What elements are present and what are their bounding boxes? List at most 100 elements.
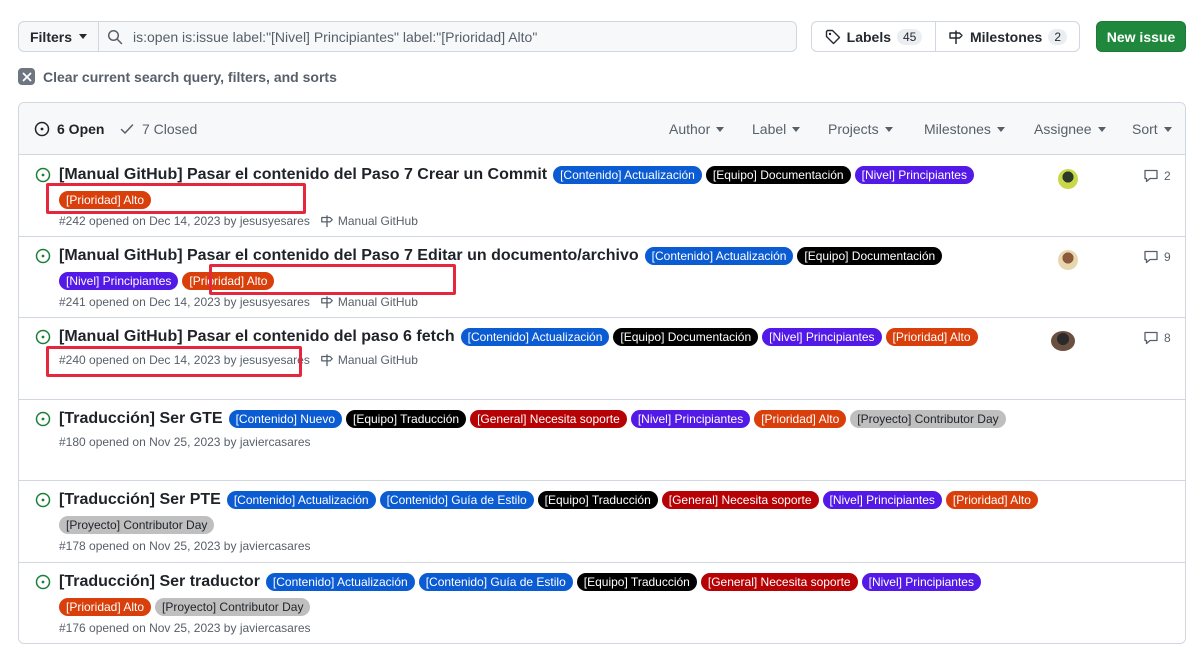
label-general[interactable]: [General] Necesita soporte [661,491,819,509]
label-equipo[interactable]: [Equipo] Traducción [537,491,658,509]
sort-filter[interactable]: Sort [1132,121,1172,137]
issue-row[interactable]: [Traducción] Ser PTE [Contenido] Actualiz… [19,481,1185,563]
assignee-filter-label: Assignee [1034,121,1092,137]
label-contenido[interactable]: [Contenido] Guía de Estilo [418,573,573,591]
label-equipo[interactable]: [Equipo] Documentación [613,328,759,346]
comments-link[interactable]: 9 [1143,249,1171,265]
milestones-button[interactable]: Milestones 2 [936,22,1079,51]
label-filter[interactable]: Label [752,121,801,137]
label-proyecto[interactable]: [Proyecto] Contributor Day [59,516,215,534]
caret-down-icon [884,126,893,132]
label-nivel[interactable]: [Nivel] Principiantes [762,328,882,346]
issues-list-header: 6 Open 7 Closed Author Label Projects Mi… [19,103,1185,155]
milestones-filter[interactable]: Milestones [924,121,1005,137]
highlight-box [209,264,456,295]
label-contenido[interactable]: [Contenido] Actualización [226,491,376,509]
search-box[interactable] [99,22,796,51]
issue-opened-icon [35,329,51,345]
label-contenido[interactable]: [Contenido] Actualización [265,573,415,591]
search-input[interactable] [133,28,773,45]
highlight-box [46,346,302,377]
label-nivel[interactable]: [Nivel] Principiantes [59,272,179,290]
milestones-count: 2 [1048,28,1068,45]
sort-filter-label: Sort [1132,121,1158,137]
issue-milestone-link[interactable]: Manual GitHub [320,295,418,309]
check-icon [120,124,134,134]
comments-link[interactable]: 2 [1143,168,1171,184]
label-contenido[interactable]: [Contenido] Guía de Estilo [379,491,534,509]
issue-meta: #178 opened on Nov 25, 2023 by javiercas… [59,539,1065,553]
label-general[interactable]: [General] Necesita soporte [700,573,858,591]
clear-search-label: Clear current search query, filters, and… [43,68,337,85]
label-contenido[interactable]: [Contenido] Actualización [644,247,794,265]
assignee-avatar[interactable] [1051,331,1075,351]
assignee-avatar[interactable] [1058,250,1078,270]
label-equipo[interactable]: [Equipo] Traducción [576,573,697,591]
label-nivel[interactable]: [Nivel] Principiantes [630,410,751,428]
close-icon [18,68,35,85]
issue-row[interactable]: [Manual GitHub] Pasar el contenido del P… [19,237,1185,318]
issue-title-link[interactable]: [Manual GitHub] Pasar el contenido del p… [59,326,455,348]
label-prioridad[interactable]: [Prioridad] Alto [59,598,152,616]
comments-count: 8 [1164,331,1171,345]
labels-button[interactable]: Labels 45 [812,22,936,51]
author-filter-label: Author [669,121,711,137]
filter-search-group: Filters [18,21,797,52]
label-contenido[interactable]: [Contenido] Nuevo [228,410,342,428]
author-filter[interactable]: Author [669,121,725,137]
label-general[interactable]: [General] Necesita soporte [470,410,627,428]
new-issue-button[interactable]: New issue [1096,21,1186,52]
issue-opened-icon [35,492,51,508]
issue-row[interactable]: [Traducción] Ser traductor [Contenido] Ac… [19,563,1185,643]
issue-title-link[interactable]: [Traducción] Ser traductor [59,571,260,593]
clear-search-link[interactable]: Clear current search query, filters, and… [18,68,337,85]
label-contenido[interactable]: [Contenido] Actualización [553,166,702,184]
caret-down-icon [1163,126,1172,132]
comment-icon [1144,169,1158,183]
assignee-filter[interactable]: Assignee [1034,121,1106,137]
issue-opened-icon [35,411,51,427]
issue-title-link[interactable]: [Traducción] Ser GTE [59,408,223,430]
labels-button-label: Labels [846,28,891,45]
issue-content: [Traducción] Ser traductor [Contenido] Ac… [59,571,1065,635]
label-nivel[interactable]: [Nivel] Principiantes [854,166,974,184]
label-prioridad[interactable]: [Prioridad] Alto [885,328,978,346]
closed-issues-tab[interactable]: 7 Closed [119,121,197,137]
caret-down-icon [79,34,87,39]
label-nivel[interactable]: [Nivel] Principiantes [861,573,981,591]
milestones-button-label: Milestones [969,28,1043,45]
issue-title-line: [Traducción] Ser PTE [Contenido] Actualiz… [59,489,1065,534]
caret-down-icon [996,126,1005,132]
label-nivel[interactable]: [Nivel] Principiantes [822,491,942,509]
labels-milestones-group: Labels 45 Milestones 2 [811,21,1080,52]
issue-meta: #241 opened on Dec 14, 2023 by jesusyesa… [59,295,1065,309]
label-prioridad[interactable]: [Prioridad] Alto [945,491,1038,509]
issue-milestone-link[interactable]: Manual GitHub [320,353,418,367]
comment-icon [1144,331,1158,345]
label-filter-label: Label [752,121,787,137]
issue-milestone-label: Manual GitHub [337,295,418,309]
projects-filter[interactable]: Projects [828,121,893,137]
issue-title-line: [Traducción] Ser traductor [Contenido] Ac… [59,571,1065,616]
open-issues-tab[interactable]: 6 Open [34,121,104,137]
label-contenido[interactable]: [Contenido] Actualización [460,328,610,346]
comments-count: 2 [1164,169,1171,183]
milestone-icon [320,354,333,367]
issue-opened-info: #242 opened on Dec 14, 2023 by jesusyesa… [59,214,310,228]
issue-row[interactable]: [Traducción] Ser GTE [Contenido] Nuevo [Eq… [19,400,1185,481]
label-equipo[interactable]: [Equipo] Traducción [346,410,467,428]
label-prioridad[interactable]: [Prioridad] Alto [754,410,847,428]
issue-title-link[interactable]: [Traducción] Ser PTE [59,489,221,511]
issue-opened-icon [34,121,50,137]
issue-milestone-label: Manual GitHub [337,214,418,228]
assignee-avatar[interactable] [1058,169,1078,189]
projects-filter-label: Projects [828,121,879,137]
filters-dropdown-button[interactable]: Filters [19,22,99,51]
label-proyecto[interactable]: [Proyecto] Contributor Day [155,598,311,616]
issue-milestone-link[interactable]: Manual GitHub [320,214,418,228]
label-equipo[interactable]: [Equipo] Documentación [705,166,851,184]
label-equipo[interactable]: [Equipo] Documentación [797,247,943,265]
issues-toolbar: Filters Labels 45 Milestones [18,21,1186,52]
label-proyecto[interactable]: [Proyecto] Contributor Day [850,410,1006,428]
comments-link[interactable]: 8 [1143,330,1171,346]
